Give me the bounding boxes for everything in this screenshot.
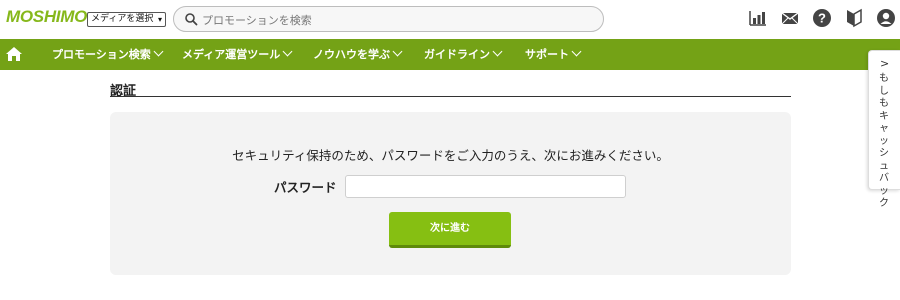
chevron-down-icon xyxy=(571,46,582,57)
password-field[interactable] xyxy=(345,175,626,198)
cashback-side-tab[interactable]: > もしもキャッシュバック xyxy=(868,50,900,209)
nav-item-label: ガイドライン xyxy=(424,48,490,61)
nav-item-promotion-search[interactable]: プロモーション検索 xyxy=(52,39,164,70)
password-label: パスワード xyxy=(274,180,337,195)
chevron-down-icon xyxy=(282,46,293,57)
chevron-down-icon xyxy=(392,46,403,57)
header-icon-group: ? xyxy=(748,8,896,28)
next-button[interactable]: 次に進む xyxy=(389,212,511,248)
bar-chart-icon[interactable] xyxy=(748,8,768,28)
nav-item-label: サポート xyxy=(525,48,569,61)
search-field[interactable]: プロモーションを検索 xyxy=(173,6,604,32)
title-divider xyxy=(110,96,791,97)
user-icon[interactable] xyxy=(876,8,896,28)
chevron-down-icon xyxy=(153,46,164,57)
nav-item-media-tools[interactable]: メディア運営ツール xyxy=(182,39,293,70)
home-icon[interactable] xyxy=(5,45,23,63)
nav-item-label: メディア運営ツール xyxy=(182,48,281,61)
auth-panel: セキュリティ保持のため、パスワードをご入力のうえ、次にお進みください。 パスワー… xyxy=(110,112,791,275)
nav-item-support[interactable]: サポート xyxy=(525,39,582,70)
beginner-mark-icon[interactable] xyxy=(844,8,864,28)
nav-item-label: プロモーション検索 xyxy=(52,48,151,61)
mail-icon[interactable] xyxy=(780,8,800,28)
nav-item-knowhow[interactable]: ノウハウを学ぶ xyxy=(313,39,403,70)
auth-message: セキュリティ保持のため、パスワードをご入力のうえ、次にお進みください。 xyxy=(232,148,669,163)
help-icon[interactable]: ? xyxy=(812,8,832,28)
site-logo[interactable]: MOSHIMO xyxy=(6,7,87,27)
cashback-tab-label: もしもキャッシュバック xyxy=(879,73,889,209)
top-bar: MOSHIMO メディアを選択 ▾ プロモーションを検索 ? xyxy=(0,0,900,39)
nav-item-label: ノウハウを学ぶ xyxy=(313,48,390,61)
media-select-value: メディアを選択 xyxy=(91,14,154,24)
media-select[interactable]: メディアを選択 ▾ xyxy=(87,12,166,27)
chevron-down-icon xyxy=(492,46,503,57)
nav-item-guidelines[interactable]: ガイドライン xyxy=(424,39,503,70)
svg-text:?: ? xyxy=(818,11,826,26)
chevron-down-icon: ▾ xyxy=(157,15,162,24)
main-nav: プロモーション検索 メディア運営ツール ノウハウを学ぶ ガイドライン サポート xyxy=(0,39,900,70)
search-placeholder: プロモーションを検索 xyxy=(202,14,312,27)
search-icon xyxy=(185,13,198,26)
chevron-right-icon: > xyxy=(880,57,890,70)
